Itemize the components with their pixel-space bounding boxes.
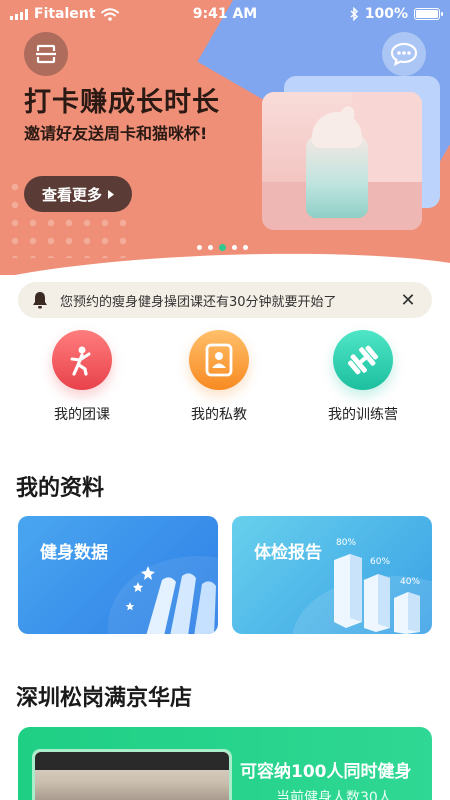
battery-icon bbox=[414, 8, 443, 20]
bell-icon bbox=[33, 292, 47, 309]
pager-dot[interactable] bbox=[243, 245, 248, 250]
view-more-button[interactable]: 查看更多 bbox=[24, 176, 132, 212]
scan-icon bbox=[36, 44, 56, 64]
status-bar: Fitalent 9:41 AM 100% bbox=[0, 0, 450, 28]
shortcut-group-class[interactable]: 我的团课 bbox=[27, 330, 137, 424]
shortcut-label: 我的训练营 bbox=[328, 407, 398, 423]
class-reminder-notice[interactable]: 您预约的瘦身健身操团课还有30分钟就要开始了 ✕ bbox=[18, 282, 432, 318]
shortcut-label: 我的团课 bbox=[54, 407, 110, 423]
view-more-label: 查看更多 bbox=[41, 185, 102, 204]
message-button[interactable] bbox=[382, 32, 426, 76]
card-title: 体检报告 bbox=[254, 543, 322, 563]
store-photo bbox=[32, 749, 232, 800]
bar-label: 80% bbox=[336, 538, 357, 548]
scan-button[interactable] bbox=[24, 32, 68, 76]
shortcut-training-camp[interactable]: 我的训练营 bbox=[308, 330, 418, 424]
dumbbell-icon bbox=[333, 330, 393, 390]
profile-section-title: 我的资料 bbox=[16, 476, 105, 501]
hero-subtitle: 邀请好友送周卡和猫咪杯! bbox=[24, 124, 208, 143]
fitness-data-card[interactable]: 健身数据 bbox=[18, 516, 218, 634]
health-report-card[interactable]: 体检报告 80% 60% 40% bbox=[232, 516, 432, 634]
store-capacity: 可容纳100人同时健身 bbox=[240, 762, 412, 782]
bluetooth-icon bbox=[350, 7, 358, 21]
banner-pager bbox=[197, 244, 248, 251]
store-card[interactable]: 可容纳100人同时健身 当前健身人数30人 bbox=[18, 727, 432, 800]
banner-photo bbox=[262, 92, 422, 230]
card-title: 健身数据 bbox=[40, 543, 108, 563]
pager-dot-active[interactable] bbox=[219, 244, 226, 251]
caret-right-icon bbox=[108, 189, 114, 199]
cat-cup-icon bbox=[306, 103, 368, 218]
battery-percent: 100% bbox=[364, 6, 408, 22]
close-icon[interactable]: ✕ bbox=[398, 290, 418, 311]
hero-banner[interactable]: Fitalent 9:41 AM 100% 打卡赚成长时长 邀请好友送周卡和猫咪… bbox=[0, 0, 450, 275]
shortcut-private-trainer[interactable]: 我的私教 bbox=[164, 330, 274, 424]
notice-text: 您预约的瘦身健身操团课还有30分钟就要开始了 bbox=[60, 294, 337, 310]
stripes-stars-icon bbox=[125, 566, 216, 634]
running-person-icon bbox=[52, 330, 112, 390]
store-current-count: 当前健身人数30人 bbox=[276, 790, 392, 800]
bar-chart-icon bbox=[334, 554, 420, 634]
trainer-card-icon bbox=[189, 330, 249, 390]
hero-title: 打卡赚成长时长 bbox=[24, 87, 220, 118]
pager-dot[interactable] bbox=[208, 245, 213, 250]
shortcut-label: 我的私教 bbox=[191, 407, 247, 423]
store-section-title: 深圳松岗满京华店 bbox=[16, 686, 193, 711]
pager-dot[interactable] bbox=[197, 245, 202, 250]
chat-bubble-icon bbox=[390, 42, 418, 66]
pager-dot[interactable] bbox=[232, 245, 237, 250]
